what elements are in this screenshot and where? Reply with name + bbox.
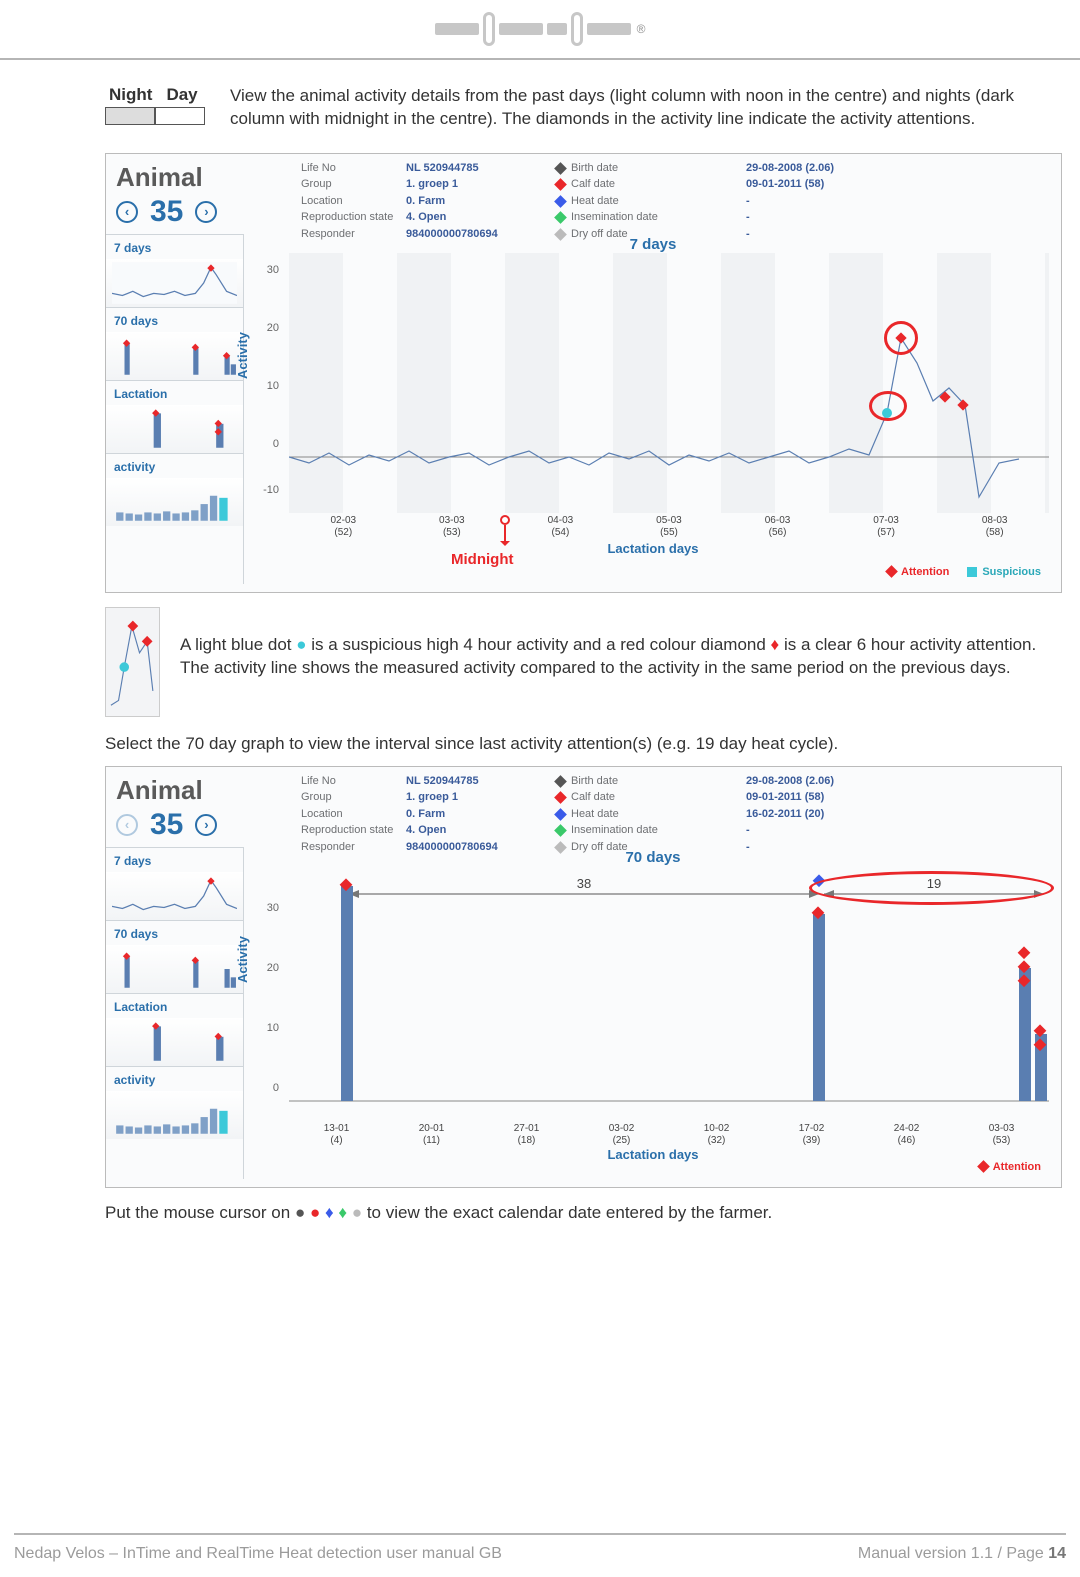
svg-text:38: 38 [577, 876, 591, 891]
select-70-paragraph: Select the 70 day graph to view the inte… [105, 733, 975, 756]
footer-left: Nedap Velos – InTime and RealTime Heat d… [14, 1545, 502, 1563]
footer-right: Manual version 1.1 / Page 14 [858, 1545, 1066, 1563]
red-diamond-icon: ♦ [771, 635, 780, 654]
chart2-title: 70 days [251, 849, 1055, 866]
tab-7-days[interactable]: 7 days [106, 234, 243, 259]
annotation-circle-2 [869, 391, 907, 421]
chart1-xlabel: Lactation days [251, 541, 1055, 556]
chart1-plot [289, 253, 1049, 513]
info-block-date-legend: Birth date Calf date Heat date Inseminat… [556, 160, 658, 243]
mouse-cursor-paragraph: Put the mouse cursor on ● ● ♦ ♦ ● to vie… [105, 1202, 975, 1225]
chart1-ylabel: Activity [235, 332, 250, 379]
day-label: Day [166, 85, 197, 105]
info-block-animal: Life NoNL 520944785 Group1. groep 1 Loca… [301, 160, 511, 243]
chart2-plot: 38 19 [289, 866, 1049, 1121]
tab-activity[interactable]: activity [106, 453, 243, 478]
midnight-annotation: Midnight [451, 551, 513, 568]
zoom-paragraph: A light blue dot ● is a suspicious high … [180, 634, 1050, 680]
page-header: ® [0, 0, 1080, 60]
blue-dot-icon: ● [296, 635, 306, 654]
next-animal-button-2[interactable]: › [195, 814, 217, 836]
figure-70-days: Animal ‹ 35 › Life NoNL 520944785 Group1… [105, 766, 1062, 1188]
night-label: Night [109, 85, 152, 105]
info-block-dates: 29-08-2008 (2.06) 09-01-2011 (58) - - - [746, 160, 834, 243]
figure-7-days: Animal ‹ 35 › Life NoNL 520944785 Group1… [105, 153, 1062, 593]
prev-animal-button[interactable]: ‹ [116, 201, 138, 223]
chart1-title: 7 days [251, 236, 1055, 253]
intro-paragraph: View the animal activity details from th… [230, 85, 1062, 131]
brand-logo: ® [435, 12, 646, 46]
animal-number: 35 [150, 195, 183, 229]
tab-lactation[interactable]: Lactation [106, 380, 243, 405]
prev-animal-button-2[interactable]: ‹ [116, 814, 138, 836]
animal-heading: Animal [116, 162, 217, 193]
next-animal-button[interactable]: › [195, 201, 217, 223]
zoom-thumbnail [105, 607, 160, 717]
page-footer: Nedap Velos – InTime and RealTime Heat d… [14, 1533, 1066, 1563]
night-day-widget: Night Day [105, 85, 205, 125]
annotation-interval-19 [809, 871, 1054, 905]
annotation-circle-1 [884, 321, 918, 355]
tab-70-days[interactable]: 70 days [106, 307, 243, 332]
chart1-legend: Attention Suspicious [887, 566, 1041, 578]
chart-tab-sidebar: 7 days 70 days Lactation activity [106, 234, 244, 584]
chart1-xticks: 02-03(52)03-03(53)04-03(54)05-03(55)06-0… [289, 515, 1049, 539]
